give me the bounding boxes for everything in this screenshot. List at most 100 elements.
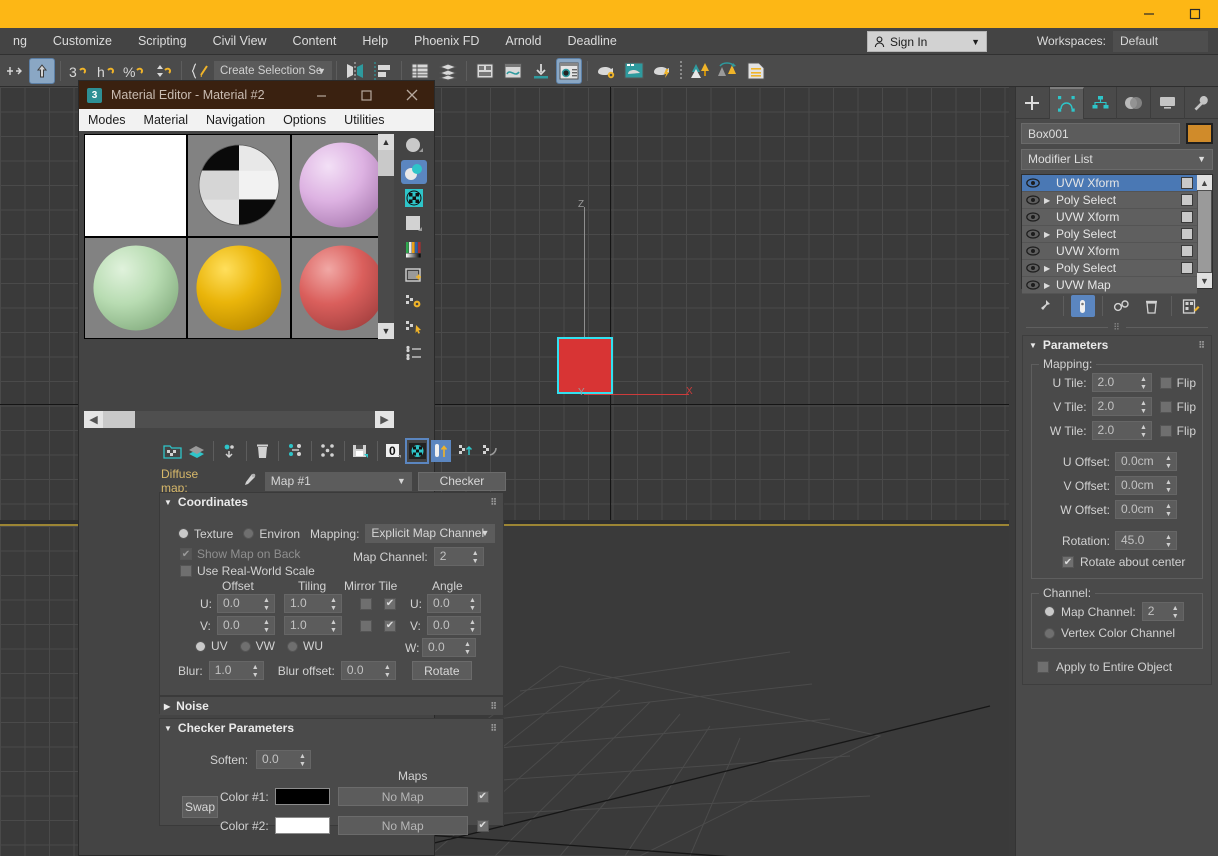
backlight-icon[interactable] bbox=[401, 160, 427, 184]
eyedropper-icon[interactable] bbox=[241, 472, 257, 491]
material-editor-titlebar[interactable]: 3 Material Editor - Material #2 bbox=[79, 81, 434, 109]
remove-modifier-icon[interactable] bbox=[1140, 295, 1164, 317]
minimize-icon[interactable] bbox=[1126, 0, 1172, 28]
render-production-icon[interactable] bbox=[649, 58, 675, 84]
sample-slot-5[interactable] bbox=[188, 237, 290, 338]
v-mirror-checkbox[interactable] bbox=[360, 619, 372, 632]
blur-offset-field[interactable]: 0.0 ▲ ▼ bbox=[340, 661, 396, 680]
v-flip-checkbox[interactable] bbox=[1159, 400, 1172, 413]
spinner-icon[interactable]: ▲ ▼ bbox=[1172, 605, 1181, 620]
modifier-stack-scrollbar[interactable]: ▲ ▼ bbox=[1197, 175, 1212, 288]
make-material-copy-icon[interactable] bbox=[285, 440, 305, 462]
menu-item-deadline[interactable]: Deadline bbox=[555, 28, 630, 55]
scrollbar-thumb[interactable] bbox=[103, 411, 135, 428]
scene-explorer-icon[interactable] bbox=[435, 58, 461, 84]
show-end-result-icon[interactable] bbox=[431, 440, 452, 462]
modifier-toggle-box[interactable] bbox=[1181, 245, 1193, 257]
menu-item-content[interactable]: Content bbox=[280, 28, 350, 55]
select-by-material-icon[interactable] bbox=[401, 316, 427, 340]
menu-item-truncated[interactable]: ng bbox=[0, 28, 40, 55]
menu-item-scripting[interactable]: Scripting bbox=[125, 28, 200, 55]
u-flip-checkbox[interactable] bbox=[1159, 376, 1172, 389]
grip-icon[interactable]: ⠿ bbox=[1108, 322, 1126, 333]
schematic-view-icon[interactable] bbox=[500, 58, 526, 84]
motion-tab[interactable] bbox=[1117, 86, 1152, 119]
video-color-check-icon[interactable] bbox=[401, 238, 427, 262]
u-angle-field[interactable]: 0.0 ▲ ▼ bbox=[427, 594, 481, 613]
wu-radio[interactable] bbox=[287, 640, 299, 652]
modifier-toggle-box[interactable] bbox=[1181, 177, 1193, 189]
v-tiling-field[interactable]: 1.0 ▲ ▼ bbox=[284, 616, 342, 635]
material-map-navigator-icon[interactable] bbox=[401, 342, 427, 366]
v-angle-field[interactable]: 0.0 ▲ ▼ bbox=[427, 616, 481, 635]
sample-slot-2[interactable] bbox=[188, 135, 290, 236]
expand-icon[interactable]: ▶ bbox=[1044, 230, 1056, 239]
eye-icon[interactable] bbox=[1022, 263, 1044, 273]
w-flip-checkbox[interactable] bbox=[1159, 424, 1172, 437]
spinner-icon[interactable]: ▲ ▼ bbox=[1140, 376, 1149, 391]
modifier-row-poly-select-3[interactable]: ▶ Poly Select bbox=[1022, 260, 1197, 277]
expand-icon[interactable]: ▶ bbox=[1044, 281, 1056, 290]
checker-parameters-rollout-header[interactable]: ▼ Checker Parameters ⠿ bbox=[160, 719, 503, 737]
workspaces-value[interactable]: Default bbox=[1113, 31, 1208, 52]
w-tile-field[interactable]: 2.0 ▲ ▼ bbox=[1091, 421, 1152, 440]
modifier-row-poly-select-2[interactable]: ▶ Poly Select bbox=[1022, 226, 1197, 243]
scroll-right-icon[interactable]: ▶ bbox=[375, 411, 394, 428]
maximize-icon[interactable] bbox=[1172, 0, 1218, 28]
maximize-icon[interactable] bbox=[344, 81, 389, 109]
spinner-icon[interactable]: ▲ ▼ bbox=[469, 619, 478, 634]
object-name-field[interactable]: Box001 bbox=[1021, 123, 1180, 144]
modifier-row-uvw-map[interactable]: ▶ UVW Map bbox=[1022, 277, 1197, 294]
color1-swatch[interactable] bbox=[274, 788, 330, 805]
box-object-front-view[interactable] bbox=[557, 337, 613, 394]
options-icon[interactable] bbox=[401, 290, 427, 314]
u-offset-field[interactable]: 0.0cm ▲ ▼ bbox=[1115, 452, 1177, 471]
parameters-rollout-header[interactable]: ▼ Parameters ⠿ bbox=[1023, 336, 1211, 354]
spinner-icon[interactable]: ▲ ▼ bbox=[263, 597, 272, 612]
menu-item-options[interactable]: Options bbox=[274, 109, 335, 131]
rendered-frame-window-icon[interactable] bbox=[621, 58, 647, 84]
spinner-icon[interactable]: ▲ ▼ bbox=[263, 619, 272, 634]
curve-editor-icon[interactable] bbox=[472, 58, 498, 84]
minimize-icon[interactable] bbox=[299, 81, 344, 109]
menu-item-help[interactable]: Help bbox=[349, 28, 401, 55]
menu-item-utilities[interactable]: Utilities bbox=[335, 109, 393, 131]
select-object-icon[interactable] bbox=[29, 57, 55, 84]
expand-icon[interactable]: ▶ bbox=[1044, 264, 1056, 273]
u-offset-field[interactable]: 0.0 ▲ ▼ bbox=[217, 594, 275, 613]
spinner-icon[interactable]: ▲ ▼ bbox=[330, 619, 339, 634]
eye-icon[interactable] bbox=[1022, 280, 1044, 290]
show-shaded-material-in-viewport-icon[interactable] bbox=[405, 438, 430, 464]
map-channel-field[interactable]: 2 ▲ ▼ bbox=[1141, 602, 1184, 621]
v-tile-field[interactable]: 2.0 ▲ ▼ bbox=[1091, 397, 1152, 416]
render-setup-icon[interactable] bbox=[593, 58, 619, 84]
spinner-icon[interactable]: ▲ ▼ bbox=[1140, 400, 1149, 415]
object-color-swatch[interactable] bbox=[1186, 123, 1213, 144]
scroll-left-icon[interactable]: ◀ bbox=[84, 411, 103, 428]
coordinates-rollout-header[interactable]: ▼ Coordinates ⠿ bbox=[160, 493, 503, 511]
scrollbar-thumb[interactable] bbox=[1198, 191, 1211, 272]
w-offset-field[interactable]: 0.0cm ▲ ▼ bbox=[1115, 500, 1177, 519]
u-tile-field[interactable]: 2.0 ▲ ▼ bbox=[1091, 373, 1152, 392]
eye-icon[interactable] bbox=[1022, 229, 1044, 239]
spinner-icon[interactable]: ▲ ▼ bbox=[469, 597, 478, 612]
expand-icon[interactable]: ▶ bbox=[1044, 196, 1056, 205]
texture-radio[interactable] bbox=[178, 528, 189, 539]
spinner-icon[interactable]: ▲ ▼ bbox=[464, 641, 473, 656]
sample-type-icon[interactable] bbox=[401, 134, 427, 158]
configure-modifier-sets-icon[interactable] bbox=[1179, 295, 1203, 317]
vertex-color-channel-radio[interactable] bbox=[1044, 627, 1055, 639]
viewport-left-bottom[interactable] bbox=[0, 526, 78, 856]
menu-item-civil-view[interactable]: Civil View bbox=[200, 28, 280, 55]
map-name-combo[interactable]: Map #1 ▼ bbox=[264, 471, 412, 491]
color2-swatch[interactable] bbox=[274, 817, 330, 834]
spinner-icon[interactable]: ▲ ▼ bbox=[472, 550, 481, 565]
menu-item-navigation[interactable]: Navigation bbox=[197, 109, 274, 131]
make-preview-icon[interactable] bbox=[401, 264, 427, 288]
rotation-field[interactable]: 45.0 ▲ ▼ bbox=[1115, 531, 1177, 550]
reset-map-icon[interactable] bbox=[252, 440, 272, 462]
render-to-texture-icon[interactable] bbox=[528, 58, 554, 84]
color2-map-button[interactable]: No Map bbox=[337, 816, 468, 835]
map-channel-radio[interactable] bbox=[1044, 606, 1055, 617]
sign-in-button[interactable]: Sign In ▼ bbox=[867, 31, 987, 52]
